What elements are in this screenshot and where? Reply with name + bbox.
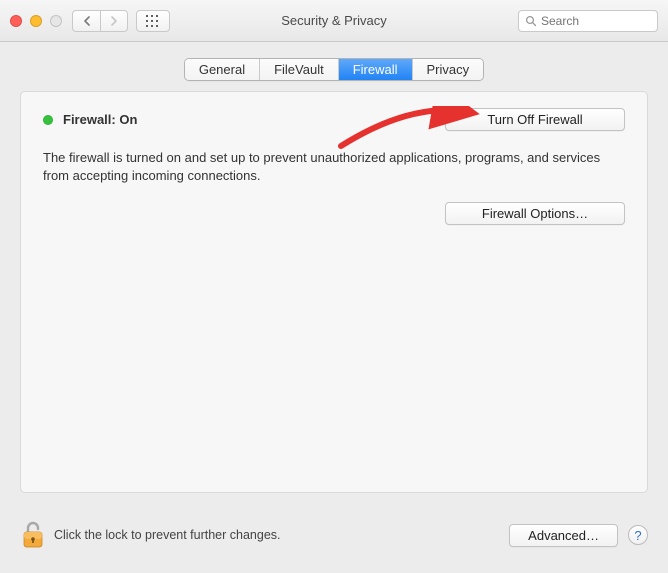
titlebar: Security & Privacy — [0, 0, 668, 42]
back-button[interactable] — [72, 10, 100, 32]
search-field[interactable] — [518, 10, 658, 32]
search-field-wrap — [518, 10, 658, 32]
turn-off-firewall-button[interactable]: Turn Off Firewall — [445, 108, 625, 131]
tabs-row: General FileVault Firewall Privacy — [0, 42, 668, 91]
tab-general[interactable]: General — [185, 59, 260, 80]
tab-bar: General FileVault Firewall Privacy — [184, 58, 484, 81]
tab-filevault[interactable]: FileVault — [260, 59, 339, 80]
firewall-status-label: Firewall: On — [63, 112, 137, 127]
search-icon — [525, 15, 537, 27]
minimize-window-button[interactable] — [30, 15, 42, 27]
status-indicator-icon — [43, 115, 53, 125]
advanced-button[interactable]: Advanced… — [509, 524, 618, 547]
firewall-description: The firewall is turned on and set up to … — [43, 149, 603, 184]
lock-hint-text: Click the lock to prevent further change… — [54, 528, 281, 542]
nav-buttons — [72, 10, 128, 32]
options-row: Firewall Options… — [43, 202, 625, 225]
grid-icon — [146, 15, 160, 27]
help-icon: ? — [634, 528, 641, 543]
window-controls — [10, 15, 62, 27]
preferences-window: Security & Privacy General FileVault Fir… — [0, 0, 668, 573]
firewall-options-button[interactable]: Firewall Options… — [445, 202, 625, 225]
close-window-button[interactable] — [10, 15, 22, 27]
content-pane: Firewall: On Turn Off Firewall The firew… — [20, 91, 648, 493]
footer: Click the lock to prevent further change… — [0, 507, 668, 573]
tab-privacy[interactable]: Privacy — [413, 59, 484, 80]
lock-icon[interactable] — [20, 520, 46, 550]
zoom-window-button[interactable] — [50, 15, 62, 27]
help-button[interactable]: ? — [628, 525, 648, 545]
search-input[interactable] — [541, 14, 651, 28]
forward-button[interactable] — [100, 10, 128, 32]
firewall-status-row: Firewall: On Turn Off Firewall — [43, 108, 625, 131]
show-all-button[interactable] — [136, 10, 170, 32]
tab-firewall[interactable]: Firewall — [339, 59, 413, 80]
